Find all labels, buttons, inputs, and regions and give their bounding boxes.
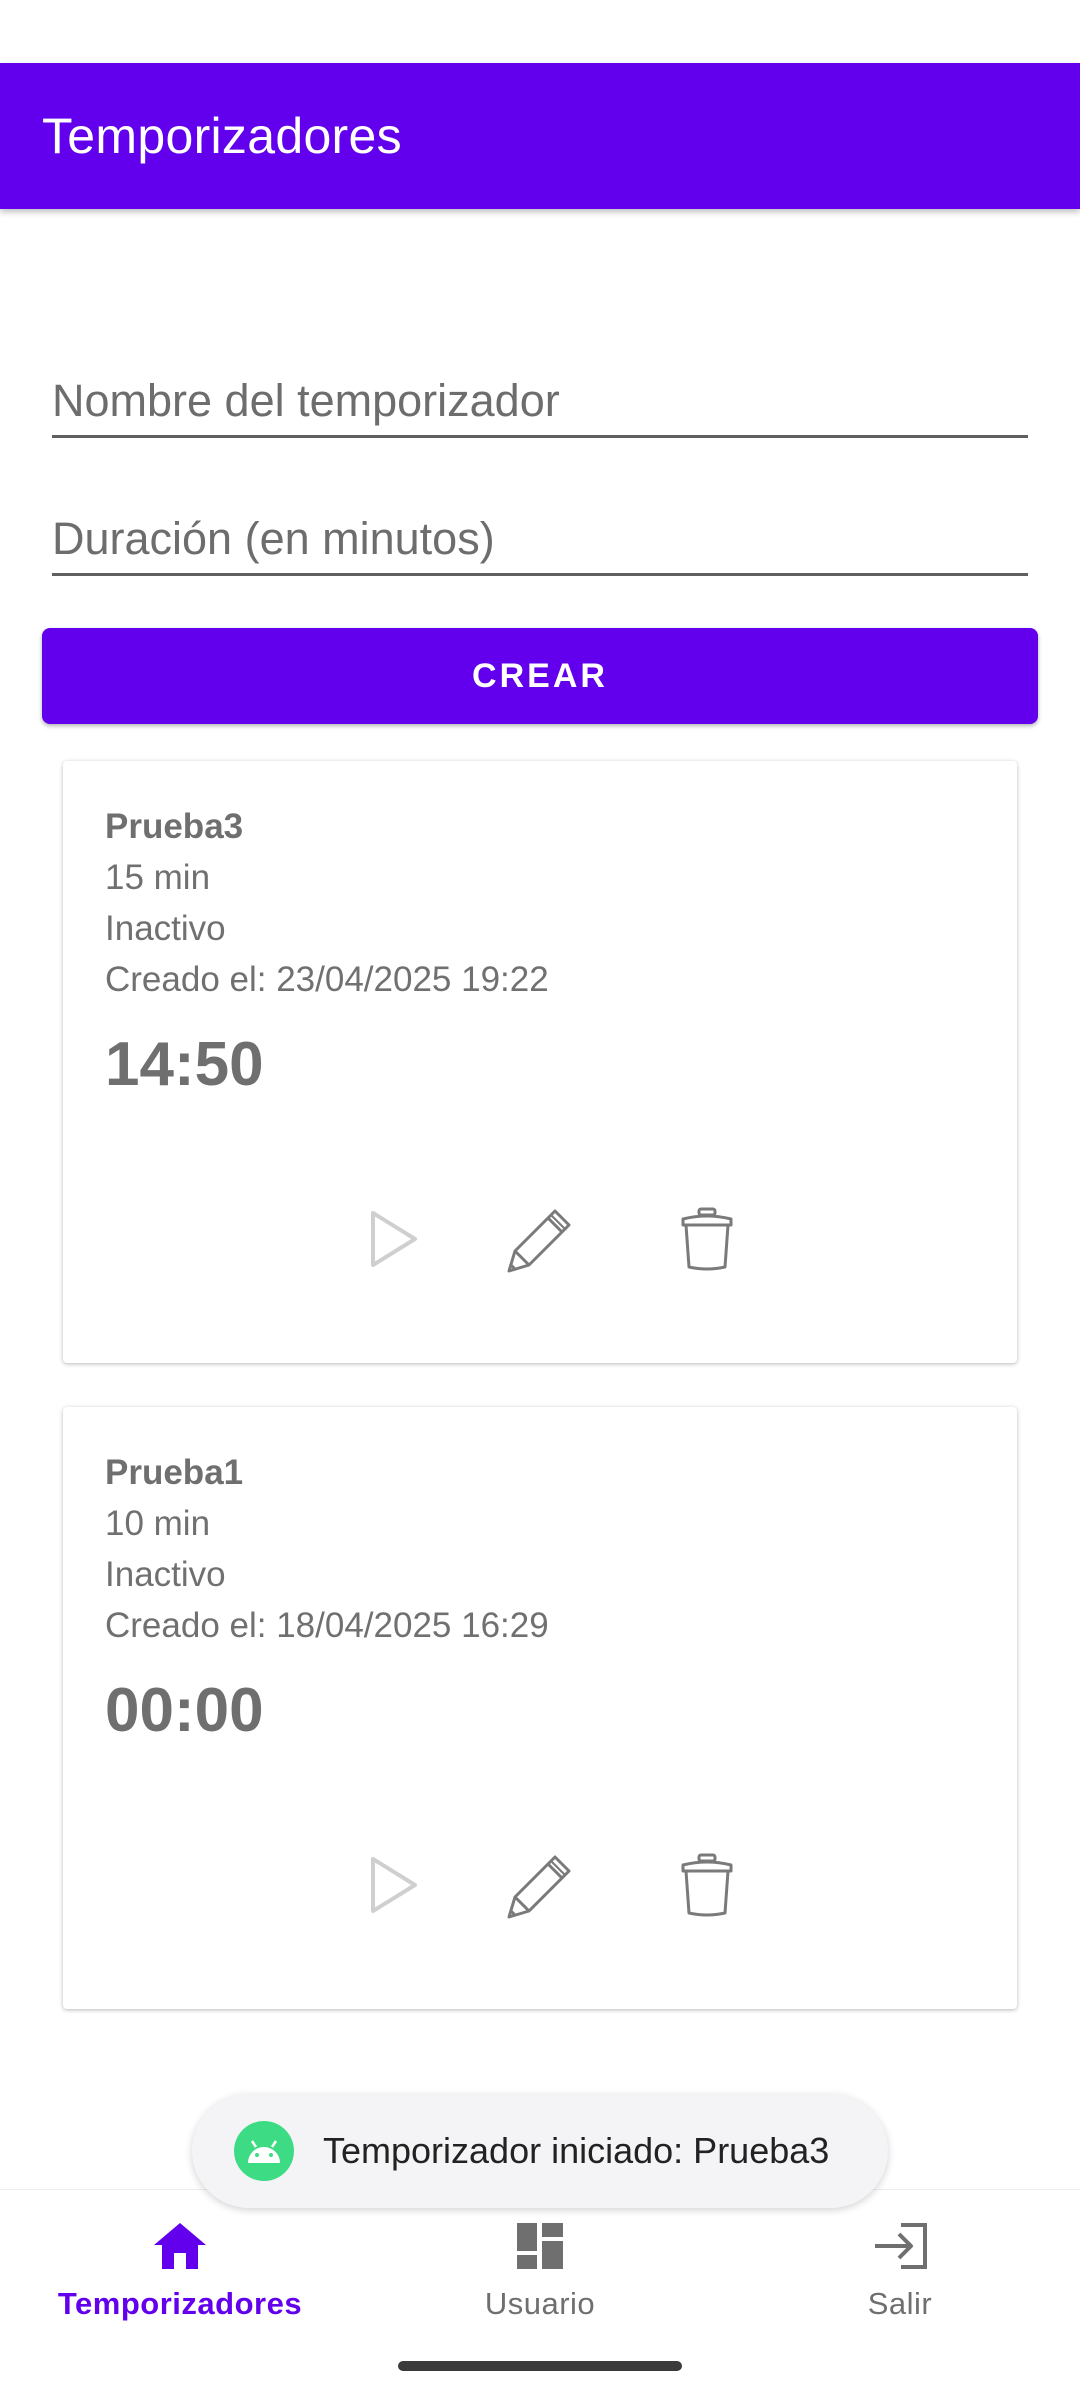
dashboard-icon: [510, 2216, 570, 2276]
timer-created: Creado el: 23/04/2025 19:22: [105, 960, 549, 999]
timer-name-placeholder: Nombre del temporizador: [52, 375, 560, 426]
duration-placeholder: Duración (en minutos): [52, 513, 495, 564]
timer-remaining: 14:50: [105, 1030, 264, 1099]
timer-state: Inactivo: [105, 909, 226, 948]
status-bar: [0, 0, 1080, 63]
app-title: Temporizadores: [42, 108, 402, 164]
timer-actions: [63, 1845, 1017, 1925]
duration-field[interactable]: Duración (en minutos): [52, 496, 1028, 576]
timer-name: Prueba1: [105, 1453, 244, 1492]
timer-card: Prueba3 15 min Inactivo Creado el: 23/04…: [63, 761, 1017, 1363]
pencil-icon: [507, 1855, 571, 1919]
nav-item-temporizadores[interactable]: Temporizadores: [0, 2216, 360, 2336]
home-indicator[interactable]: [398, 2361, 682, 2371]
pencil-icon: [507, 1209, 571, 1273]
home-icon: [150, 2216, 210, 2276]
delete-button[interactable]: [667, 1845, 747, 1925]
edit-button[interactable]: [499, 1199, 579, 1279]
trash-icon: [681, 1853, 733, 1917]
logout-icon: [870, 2216, 930, 2276]
play-button[interactable]: [353, 1199, 433, 1279]
timer-card: Prueba1 10 min Inactivo Creado el: 18/04…: [63, 1407, 1017, 2009]
timer-state: Inactivo: [105, 1555, 226, 1594]
trash-icon: [681, 1207, 733, 1271]
nav-label: Usuario: [484, 2286, 596, 2321]
toast-message: Temporizador iniciado: Prueba3: [323, 2130, 830, 2171]
play-button[interactable]: [353, 1845, 433, 1925]
nav-item-usuario[interactable]: Usuario: [360, 2216, 720, 2336]
create-button[interactable]: CREAR: [42, 628, 1038, 724]
nav-label: Temporizadores: [57, 2286, 303, 2321]
timer-duration: 10 min: [105, 1504, 211, 1543]
android-icon: [234, 2121, 294, 2181]
timer-remaining: 00:00: [105, 1676, 264, 1745]
play-icon: [371, 1211, 417, 1267]
delete-button[interactable]: [667, 1199, 747, 1279]
toast: Temporizador iniciado: Prueba3: [192, 2094, 888, 2208]
timer-name-field[interactable]: Nombre del temporizador: [52, 358, 1028, 438]
timer-actions: [63, 1199, 1017, 1279]
app-bar: Temporizadores: [0, 63, 1080, 209]
nav-label: Salir: [867, 2286, 933, 2321]
timer-name: Prueba3: [105, 807, 244, 846]
timer-created: Creado el: 18/04/2025 16:29: [105, 1606, 549, 1645]
play-icon: [371, 1857, 417, 1913]
edit-button[interactable]: [499, 1845, 579, 1925]
timer-duration: 15 min: [105, 858, 211, 897]
nav-item-salir[interactable]: Salir: [720, 2216, 1080, 2336]
